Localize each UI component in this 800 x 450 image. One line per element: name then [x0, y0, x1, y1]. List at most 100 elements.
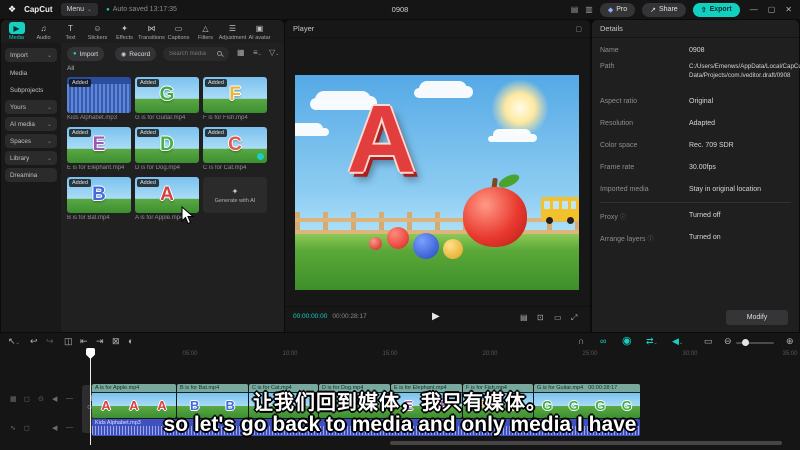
import-dot-icon: ● [73, 51, 77, 57]
media-item-name: F is for Fish.mp4 [203, 115, 248, 121]
fullscreen-icon[interactable]: ⤢ [571, 313, 577, 323]
auto-ripple-icon[interactable]: ⇄⌄ [646, 336, 658, 347]
ruler-label: 05:00 [182, 351, 198, 357]
media-item-e-elephant[interactable]: E Added E is for Elephant.mp4 [67, 127, 131, 171]
tab-filters[interactable]: △ Filters [192, 20, 219, 43]
sidebar-item-yours[interactable]: Yours ⌄ [5, 100, 57, 114]
export-label: Export [709, 6, 732, 13]
capcut-logo-icon: ❖ [8, 4, 17, 14]
aspect-ratio-icon[interactable]: ▭ [554, 313, 562, 322]
media-sidebar: Import ⌄ Media Subprojects Yours ⌄ AI medi… [1, 43, 61, 332]
tab-effects[interactable]: ✦ Effects [111, 20, 138, 43]
ribbon-tabs: ▶ Media ♫ Audio T Text ☺ Stickers ✦ Effects ⋈… [3, 20, 283, 43]
split-icon[interactable]: ◫ [64, 336, 73, 347]
menu-label: Menu [66, 6, 85, 13]
generate-with-ai-card[interactable]: ✦ Generate with AI [203, 177, 267, 213]
import-label: Import [79, 50, 99, 58]
layout-toggle-a-icon[interactable]: ▤ [571, 5, 579, 14]
audio-icon: ♫ [40, 23, 47, 33]
tab-ai-avatar[interactable]: ▣ AI avatar [246, 20, 273, 43]
tab-label: Media [9, 35, 24, 41]
play-button[interactable]: ▶ [432, 311, 440, 322]
text-icon: T [68, 23, 73, 33]
modify-button[interactable]: Modify [726, 310, 788, 325]
timeline-ruler[interactable]: 05:00 10:00 15:00 20:00 25:00 30:00 35:0… [0, 349, 800, 362]
media-item-b-bat[interactable]: B Added B is for Bat.mp4 [67, 177, 131, 221]
current-timecode: 00:00:00:00 [293, 313, 328, 320]
fit-canvas-icon[interactable]: ⊡ [537, 313, 544, 322]
picture-in-picture-icon[interactable]: ▢ [575, 25, 582, 33]
transitions-icon: ⋈ [147, 23, 156, 33]
layout-toggle-b-icon[interactable]: ▥ [585, 5, 593, 14]
sidebar-item-dreamina[interactable]: Dreamina [5, 168, 57, 182]
tab-label: Audio [36, 35, 51, 41]
detail-value: Original [689, 98, 714, 105]
cloud-shape [419, 81, 467, 97]
zoom-in-icon[interactable]: ⊕ [786, 336, 794, 347]
tab-label: AI avatar [248, 35, 271, 41]
sidebar-item-import[interactable]: Import ⌄ [5, 48, 57, 62]
media-item-d-dog[interactable]: D Added D is for Dog.mp4 [135, 127, 199, 171]
timeline-scrollbar[interactable] [390, 441, 782, 445]
tab-captions[interactable]: ▭ Captions [165, 20, 192, 43]
search-icon [217, 51, 222, 56]
track-audio-icon[interactable]: ◀⌄ [672, 336, 683, 347]
sidebar-item-library[interactable]: Library ⌄ [5, 151, 57, 165]
generate-label: Generate with AI [214, 197, 256, 204]
cover-preview-icon[interactable]: ▭ [704, 336, 713, 347]
select-tool-icon[interactable]: ↖⌄ [8, 336, 20, 347]
ruler-label: 10:00 [282, 351, 298, 357]
media-item-name: G is for Guitar.mp4 [135, 115, 186, 121]
tab-text[interactable]: T Text [57, 20, 84, 43]
media-item-c-cat[interactable]: C Added C is for Cat.mp4 [203, 127, 267, 171]
undo-icon[interactable]: ↩ [30, 336, 38, 347]
mask-icon[interactable]: ◐ [128, 336, 133, 346]
import-button[interactable]: ● Import [67, 47, 105, 61]
share-button[interactable]: ↗ Share [642, 2, 686, 17]
details-title: Details [600, 24, 623, 33]
chevron-down-icon: ⌄ [678, 340, 684, 346]
preview-quality-icon[interactable]: ▤ [520, 313, 528, 322]
sidebar-label: Spaces [10, 137, 32, 145]
tab-audio[interactable]: ♫ Audio [30, 20, 57, 43]
main-track-magnet-icon[interactable]: ◉ [622, 334, 632, 347]
tab-transitions[interactable]: ⋈ Transitions [138, 20, 165, 43]
autosave-status: ● Auto saved 13:17:35 [106, 6, 177, 13]
autosave-dot-icon: ● [106, 6, 110, 13]
delete-right-icon[interactable]: ⇥ [96, 336, 104, 347]
media-item-kids-alphabet[interactable]: Added Kids Alphabet.mp3 [67, 77, 131, 121]
delete-icon[interactable]: ⊠ [112, 336, 120, 347]
sidebar-item-ai-media[interactable]: AI media ⌄ [5, 117, 57, 131]
export-button[interactable]: ⇧ Export [692, 2, 740, 17]
delete-left-icon[interactable]: ⇤ [80, 336, 88, 347]
filter-all-label[interactable]: All [67, 65, 74, 72]
grid-view-icon[interactable]: ▦ [237, 48, 245, 57]
filter-icon[interactable]: ▽⌄ [269, 48, 279, 57]
sort-icon[interactable]: ≡⌄ [253, 48, 262, 57]
sidebar-label: AI media [10, 120, 35, 128]
link-preview-icon[interactable]: ∞ [600, 336, 606, 346]
sidebar-item-media[interactable]: Media [5, 66, 57, 80]
sidebar-item-spaces[interactable]: Spaces ⌄ [5, 134, 57, 148]
total-timecode: 00:00:28:17 [332, 313, 367, 320]
media-item-f-fish[interactable]: F Added F is for Fish.mp4 [203, 77, 267, 121]
tab-label: Captions [167, 35, 190, 41]
redo-icon[interactable]: ↪ [46, 336, 54, 347]
tab-stickers[interactable]: ☺ Stickers [84, 20, 111, 43]
chevron-down-icon: ⌄ [87, 7, 93, 13]
minimize-button[interactable]: — [750, 5, 758, 14]
detail-value: C:/Users/Emenws/AppData/Local/CapCut/Use… [689, 63, 800, 79]
zoom-out-icon[interactable]: ⊖ [724, 336, 732, 347]
menu-button[interactable]: Menu ⌄ [60, 3, 99, 16]
media-item-g-guitar[interactable]: G Added G is for Guitar.mp4 [135, 77, 199, 121]
close-button[interactable]: ✕ [785, 5, 792, 14]
snap-magnet-icon[interactable]: ∩ [578, 336, 584, 346]
tab-media[interactable]: ▶ Media [3, 20, 30, 43]
tab-adjustment[interactable]: ☰ Adjustment [219, 20, 247, 43]
zoom-slider-knob[interactable] [742, 339, 749, 346]
restore-button[interactable]: ▢ [768, 5, 776, 14]
record-button[interactable]: ◉ Record [115, 47, 157, 61]
sidebar-item-subprojects[interactable]: Subprojects [5, 83, 57, 97]
sticker-icon: ☺ [93, 23, 102, 33]
pro-button[interactable]: ◆ Pro [599, 2, 636, 17]
